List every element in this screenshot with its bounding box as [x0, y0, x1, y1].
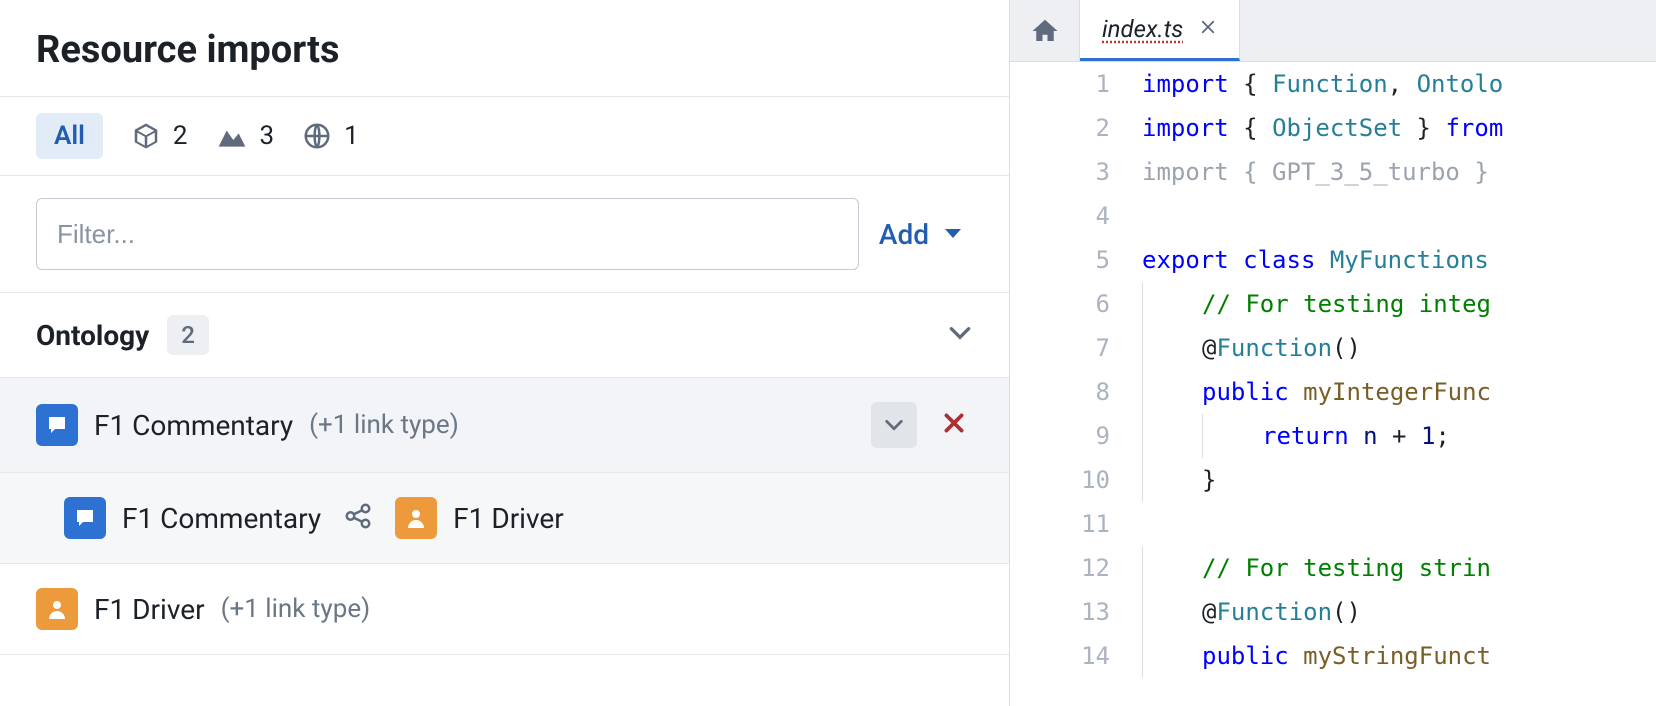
close-icon: [1199, 18, 1217, 36]
tab-globe-count: 1: [344, 121, 359, 151]
section-title: Ontology: [36, 319, 149, 352]
tab-graph-count: 3: [260, 121, 275, 151]
caret-down-icon: [943, 227, 963, 241]
link-type-badge: (+1 link type): [221, 594, 371, 624]
globe-icon: [302, 121, 332, 151]
section-count-badge: 2: [167, 315, 209, 355]
cube-icon: [131, 121, 161, 151]
link-from-name: F1 Commentary: [122, 502, 321, 535]
file-tab-name: index.ts: [1102, 15, 1183, 43]
area-chart-icon: [216, 122, 248, 150]
resource-imports-panel: Resource imports All 2 3 1 Add: [0, 0, 1010, 706]
tab-graph[interactable]: 3: [216, 121, 275, 151]
collapse-button[interactable]: [871, 402, 917, 448]
file-tab-index-ts[interactable]: index.ts: [1080, 0, 1240, 61]
add-button-label: Add: [879, 218, 929, 251]
home-tab[interactable]: [1010, 0, 1080, 61]
code-content[interactable]: import { Function, Ontoloimport { Object…: [1142, 62, 1656, 706]
link-to-name: F1 Driver: [453, 502, 564, 535]
editor-tab-bar: index.ts: [1010, 0, 1656, 62]
panel-title: Resource imports: [0, 0, 1009, 96]
tab-globe[interactable]: 1: [302, 121, 359, 151]
ontology-section-header[interactable]: Ontology 2: [0, 293, 1009, 378]
resource-row-f1-commentary[interactable]: F1 Commentary (+1 link type): [0, 378, 1009, 473]
comment-icon: [64, 497, 106, 539]
link-icon: [337, 501, 379, 535]
tab-cube[interactable]: 2: [131, 121, 188, 151]
filter-input[interactable]: [36, 198, 859, 270]
person-icon: [395, 497, 437, 539]
close-tab-button[interactable]: [1199, 17, 1217, 42]
link-type-badge: (+1 link type): [309, 410, 459, 440]
code-editor[interactable]: 1234567891011121314 import { Function, O…: [1010, 62, 1656, 706]
person-icon: [36, 588, 78, 630]
tab-cube-count: 2: [173, 121, 188, 151]
code-editor-panel: index.ts 1234567891011121314 import { Fu…: [1010, 0, 1656, 706]
row-actions: [871, 402, 973, 448]
filter-tabs: All 2 3 1: [0, 96, 1009, 176]
line-gutter: 1234567891011121314: [1010, 62, 1142, 706]
remove-button[interactable]: [935, 404, 973, 446]
comment-icon: [36, 404, 78, 446]
home-icon: [1030, 16, 1060, 46]
resource-row-f1-driver[interactable]: F1 Driver (+1 link type): [0, 564, 1009, 655]
filter-row: Add: [0, 176, 1009, 293]
add-button[interactable]: Add: [879, 218, 973, 251]
resource-name: F1 Driver: [94, 593, 205, 626]
tab-all[interactable]: All: [36, 113, 103, 159]
link-row: F1 Commentary F1 Driver: [0, 473, 1009, 564]
resource-name: F1 Commentary: [94, 409, 293, 442]
chevron-down-icon[interactable]: [947, 324, 973, 346]
